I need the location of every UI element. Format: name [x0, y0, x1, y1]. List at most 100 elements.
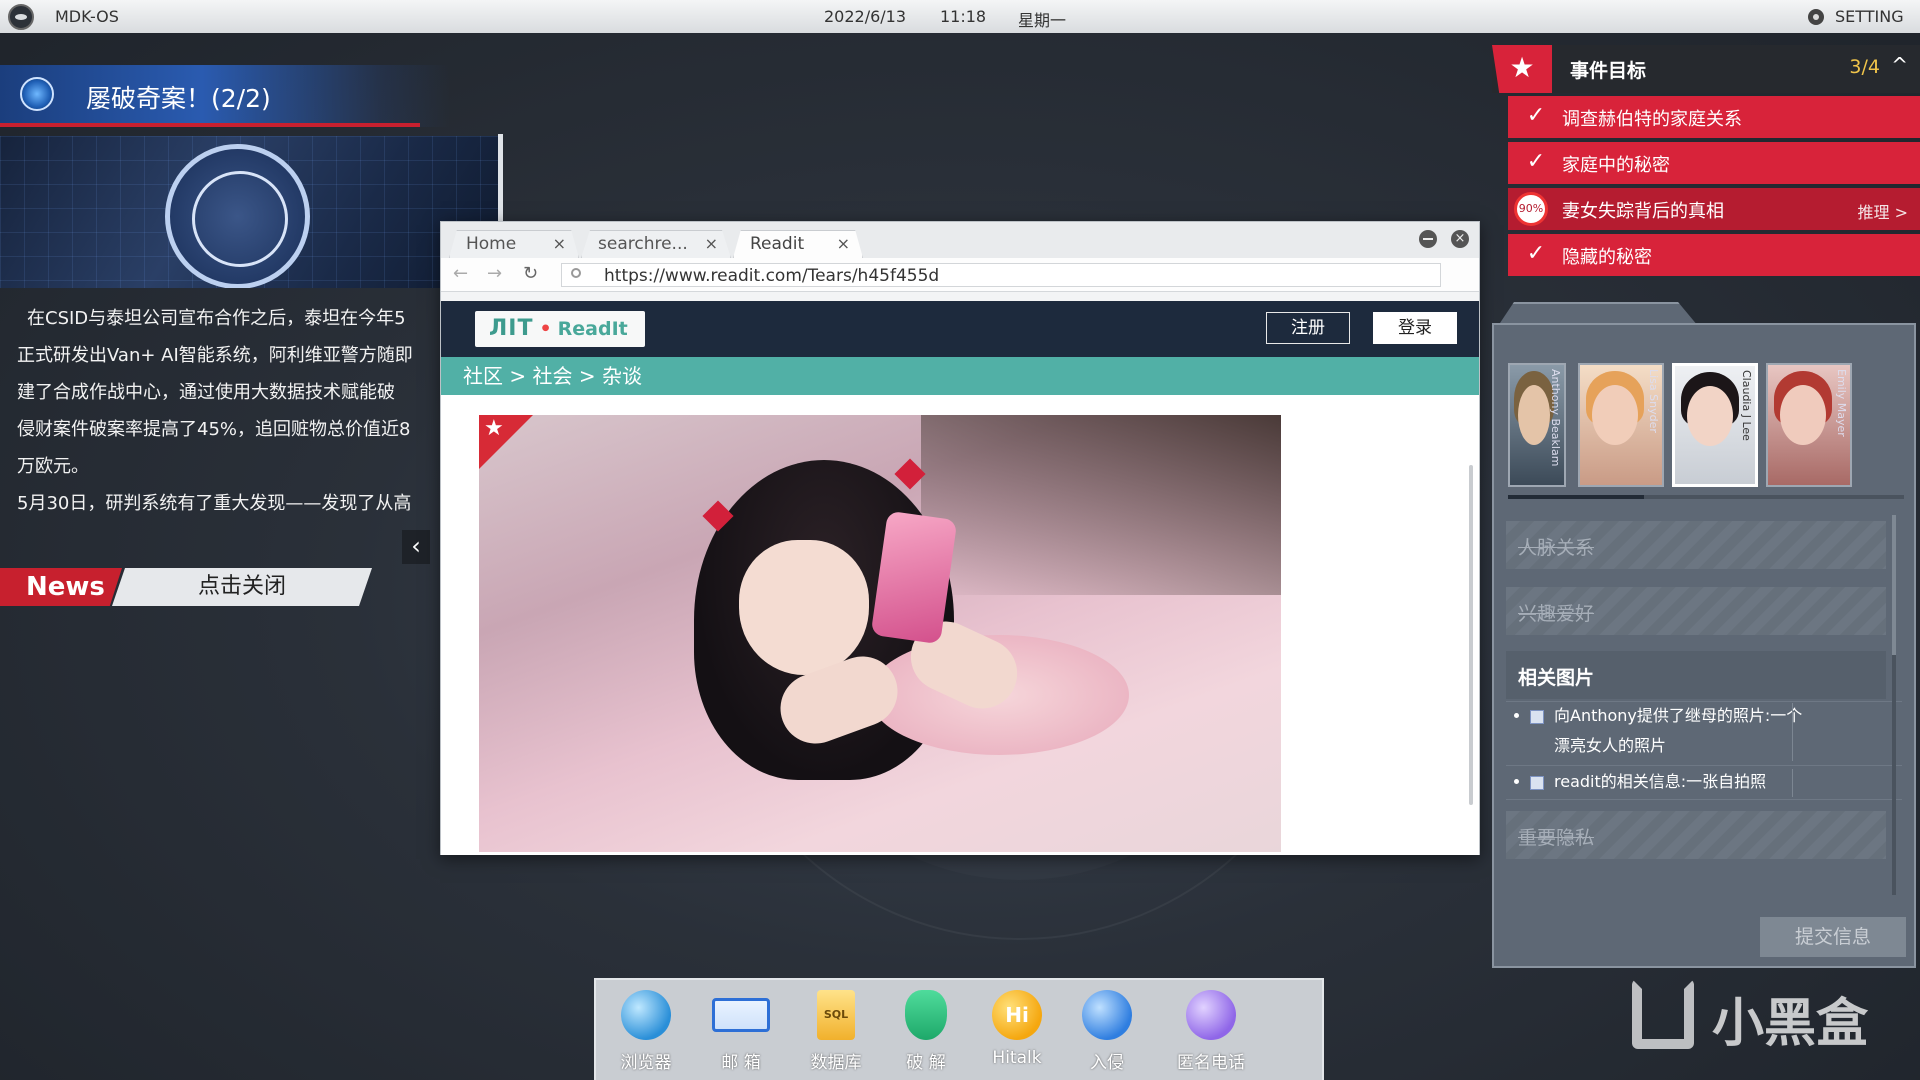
- dossier-scrollbar[interactable]: [1892, 515, 1896, 895]
- dock-hitalk[interactable]: Hi Hitalk: [972, 990, 1062, 1068]
- watermark-text: 小黑盒: [1712, 994, 1869, 1054]
- section-hobbies[interactable]: 兴趣爱好: [1506, 587, 1886, 635]
- gear-icon[interactable]: [1808, 9, 1824, 25]
- mail-icon: [712, 998, 770, 1032]
- address-bar: ← → ↻ https://www.readit.com/Tears/h45f4…: [441, 258, 1479, 292]
- tab-searchresults[interactable]: searchre... ×: [581, 230, 731, 258]
- tab-label: Home: [466, 234, 517, 254]
- news-paragraph: 5月30日，研判系统有了重大发现——发现了从高: [17, 493, 412, 514]
- star-icon: ★: [479, 415, 533, 469]
- search-icon: [571, 268, 581, 278]
- objectives-count: 3/4: [1849, 56, 1880, 78]
- minimize-icon[interactable]: [1419, 230, 1437, 248]
- objective-label: 调查赫伯特的家庭关系: [1562, 109, 1742, 130]
- window-close-button[interactable]: ×: [1451, 230, 1469, 248]
- portrait-lisa[interactable]: Lisa Snyder: [1578, 363, 1664, 487]
- news-prev-button[interactable]: ‹: [402, 530, 430, 564]
- portrait-emily[interactable]: Emily Mayer: [1766, 363, 1852, 487]
- section-label: 兴趣爱好: [1518, 603, 1595, 625]
- tab-label: Readit: [750, 234, 805, 254]
- news-paragraph: 万欧元。: [17, 456, 89, 477]
- objective-item[interactable]: ✓ 调查赫伯特的家庭关系: [1508, 96, 1920, 138]
- section-label: 重要隐私: [1518, 827, 1595, 849]
- close-icon[interactable]: ×: [705, 231, 718, 257]
- os-logo-icon[interactable]: [8, 4, 34, 30]
- tab-label: searchre...: [598, 234, 688, 254]
- portrait-scrollbar[interactable]: [1508, 495, 1904, 499]
- collapse-icon[interactable]: ^: [1891, 53, 1908, 77]
- close-icon[interactable]: ×: [553, 231, 566, 257]
- dock-label: 邮 箱: [721, 1053, 761, 1073]
- news-tag: News: [0, 568, 122, 606]
- readit-logo-name: ReadIt: [557, 318, 628, 340]
- objectives-header[interactable]: ★ 事件目标 3/4 ^: [1492, 45, 1920, 93]
- section-label: 人脉关系: [1518, 537, 1595, 559]
- login-button[interactable]: 登录: [1373, 312, 1457, 344]
- register-button[interactable]: 注册: [1266, 312, 1350, 344]
- browser-window: Home × searchre... × Readit × × ← → ↻ ht…: [440, 221, 1480, 855]
- clue-item[interactable]: readit的相关信息:一张自拍照: [1514, 767, 1804, 797]
- objective-label: 隐藏的秘密: [1562, 247, 1652, 268]
- readit-header: ЛIT • ReadIt 注册 登录: [441, 301, 1479, 357]
- dock-mail[interactable]: 邮 箱: [696, 990, 786, 1073]
- os-name: MDK-OS: [55, 7, 119, 26]
- tab-home[interactable]: Home ×: [449, 230, 579, 258]
- dock-label: 入侵: [1090, 1053, 1124, 1073]
- objective-label: 家庭中的秘密: [1562, 155, 1670, 176]
- close-icon[interactable]: ×: [837, 231, 850, 257]
- objective-item-active[interactable]: 90% 妻女失踪背后的真相 推理 >: [1508, 188, 1920, 230]
- news-paragraph: 在CSID与泰坦公司宣布合作之后，泰坦在今年5: [27, 308, 406, 329]
- section-relationships[interactable]: 人脉关系: [1506, 521, 1886, 569]
- news-paragraph: 正式研发出Van+ AI智能系统，阿利维亚警方随即: [17, 345, 413, 366]
- url-input[interactable]: https://www.readit.com/Tears/h45f455d: [561, 263, 1441, 287]
- reload-icon[interactable]: ↻: [523, 263, 538, 284]
- progress-ring: 90%: [1514, 192, 1548, 226]
- portrait-anthony[interactable]: Anthony Beaklam: [1508, 363, 1566, 487]
- readit-logo-mark: ЛIT: [489, 316, 534, 341]
- clue-item[interactable]: 向Anthony提供了继母的照片:一个漂亮女人的照片: [1514, 701, 1804, 763]
- clock-date: 2022/6/13: [824, 7, 907, 26]
- image-icon: [1530, 710, 1544, 724]
- readit-logo-dot: •: [539, 318, 552, 340]
- tab-bar: Home × searchre... × Readit × ×: [441, 222, 1479, 258]
- forward-arrow-icon[interactable]: →: [487, 263, 502, 284]
- globe-icon: [20, 77, 54, 111]
- dock-browser[interactable]: 浏览器: [601, 990, 691, 1073]
- image-icon: [1530, 776, 1544, 790]
- section-related-photos[interactable]: 相关图片: [1506, 651, 1886, 699]
- section-label: 相关图片: [1518, 667, 1595, 689]
- dock: 浏览器 邮 箱 SQL 数据库 破 解 Hi Hitalk 入侵 匿名电话: [594, 978, 1324, 1080]
- page-scrollbar[interactable]: [1469, 465, 1473, 805]
- dock-intrude[interactable]: 入侵: [1062, 990, 1152, 1073]
- post-selfie-image[interactable]: ★: [479, 415, 1281, 852]
- readit-logo[interactable]: ЛIT • ReadIt: [475, 311, 645, 347]
- objective-item[interactable]: ✓ 隐藏的秘密: [1508, 234, 1920, 276]
- objective-label: 妻女失踪背后的真相: [1562, 201, 1724, 222]
- dock-label: 浏览器: [620, 1053, 672, 1073]
- portrait-claudia[interactable]: Claudia J Lee: [1672, 363, 1758, 487]
- section-privacy[interactable]: 重要隐私: [1506, 811, 1886, 859]
- news-paragraph: 侵财案件破案率提高了45%，追回赃物总价值近8: [17, 419, 411, 440]
- setting-button[interactable]: SETTING: [1835, 7, 1904, 26]
- submit-button[interactable]: 提交信息: [1760, 917, 1906, 957]
- chat-icon: Hi: [992, 990, 1042, 1040]
- check-icon: ✓: [1526, 241, 1546, 266]
- dock-crack[interactable]: 破 解: [881, 990, 971, 1073]
- url-text: https://www.readit.com/Tears/h45f455d: [604, 266, 940, 286]
- dock-anon-call[interactable]: 匿名电话: [1166, 990, 1256, 1073]
- back-arrow-icon[interactable]: ←: [453, 263, 468, 284]
- dock-label: Hitalk: [992, 1048, 1042, 1068]
- objectives-title: 事件目标: [1570, 60, 1647, 82]
- breadcrumb[interactable]: 社区 > 社会 > 杂谈: [441, 357, 1479, 395]
- infer-button[interactable]: 推理 >: [1858, 199, 1909, 223]
- portrait-name: Emily Mayer: [1835, 369, 1848, 437]
- news-close-button[interactable]: 点击关闭: [112, 568, 372, 606]
- dock-database[interactable]: SQL 数据库: [791, 990, 881, 1073]
- tab-readit[interactable]: Readit ×: [733, 230, 863, 258]
- watermark-logo-icon: [1632, 979, 1694, 1049]
- objective-item[interactable]: ✓ 家庭中的秘密: [1508, 142, 1920, 184]
- star-icon: ★: [1492, 45, 1552, 93]
- post-content: ★: [441, 395, 1479, 855]
- clue-text: 向Anthony提供了继母的照片:一个漂亮女人的照片: [1554, 706, 1803, 755]
- database-icon: SQL: [817, 990, 855, 1040]
